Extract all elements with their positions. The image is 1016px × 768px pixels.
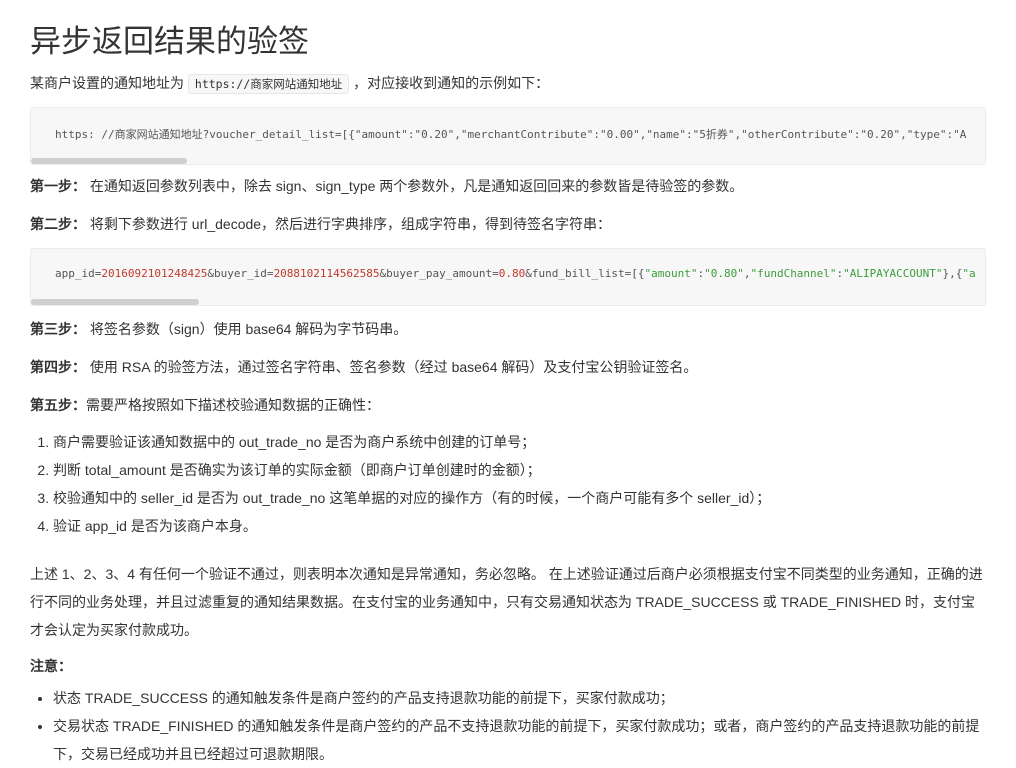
- step-label: 第三步：: [30, 321, 86, 337]
- list-item: 商户需要验证该通知数据中的 out_trade_no 是否为商户系统中创建的订单…: [53, 428, 986, 456]
- code-token: "a: [962, 267, 976, 280]
- code-token: &buyer_id=: [207, 267, 274, 280]
- list-item: 验证 app_id 是否为该商户本身。: [53, 512, 986, 540]
- code-token: app_id=: [55, 267, 102, 280]
- step-text: 将剩下参数进行 url_decode，然后进行字典排序，组成字符串，得到待签名字…: [86, 216, 612, 232]
- step-text: 在通知返回参数列表中，除去 sign、sign_type 两个参数外，凡是通知返…: [86, 178, 744, 194]
- step-4: 第四步： 使用 RSA 的验签方法，通过签名字符串、签名参数（经过 base64…: [30, 356, 986, 378]
- list-item: 状态 TRADE_SUCCESS 的通知触发条件是商户签约的产品支持退款功能的前…: [53, 684, 986, 712]
- step-text: 将签名参数（sign）使用 base64 解码为字节码串。: [86, 321, 408, 337]
- list-item: 交易状态 TRADE_FINISHED 的通知触发条件是商户签约的产品不支持退款…: [53, 712, 986, 768]
- code-token: 0.80: [498, 267, 526, 280]
- step-label: 第五步：: [30, 397, 86, 413]
- step-label: 第二步：: [30, 216, 86, 232]
- list-item: 校验通知中的 seller_id 是否为 out_trade_no 这笔单据的对…: [53, 484, 986, 512]
- code-line: https: //商家网站通知地址?voucher_detail_list=[{…: [55, 128, 967, 141]
- horizontal-scrollbar[interactable]: [31, 158, 187, 164]
- code-block-sign-string[interactable]: app_id=2016092101248425&buyer_id=2088102…: [30, 248, 986, 306]
- step-3: 第三步： 将签名参数（sign）使用 base64 解码为字节码串。: [30, 318, 986, 340]
- code-token: &buyer_pay_amount=: [379, 267, 499, 280]
- summary-paragraph: 上述 1、2、3、4 有任何一个验证不通过，则表明本次通知是异常通知，务必忽略。…: [30, 566, 983, 638]
- intro-after: ，对应接收到通知的示例如下：: [353, 75, 550, 91]
- step-text: 需要严格按照如下描述校验通知数据的正确性：: [86, 397, 380, 413]
- code-line: app_id=2016092101248425&buyer_id=2088102…: [55, 267, 976, 280]
- code-token: "amount": [644, 267, 698, 280]
- code-token: "0.80": [704, 267, 744, 280]
- document-body: 异步返回结果的验签 某商户设置的通知地址为 https://商家网站通知地址 ，…: [0, 0, 1016, 768]
- step-label: 第一步：: [30, 178, 86, 194]
- intro-before: 某商户设置的通知地址为: [30, 75, 184, 91]
- notify-url-code: https://商家网站通知地址: [187, 74, 350, 94]
- code-token: 2016092101248425: [101, 267, 208, 280]
- step-text: 使用 RSA 的验签方法，通过签名字符串、签名参数（经过 base64 解码）及…: [86, 359, 698, 375]
- code-token: "ALIPAYACCOUNT": [843, 267, 943, 280]
- code-token: },{: [942, 267, 963, 280]
- code-token: &fund_bill_list=[{: [525, 267, 645, 280]
- page-title: 异步返回结果的验签: [30, 24, 309, 59]
- code-token: 2088102114562585: [273, 267, 380, 280]
- code-block-notify-example[interactable]: https: //商家网站通知地址?voucher_detail_list=[{…: [30, 107, 986, 165]
- step-2: 第二步： 将剩下参数进行 url_decode，然后进行字典排序，组成字符串，得…: [30, 213, 986, 235]
- notes-list: 状态 TRADE_SUCCESS 的通知触发条件是商户签约的产品支持退款功能的前…: [30, 684, 986, 768]
- note-heading: 注意：: [30, 658, 72, 674]
- step-1: 第一步： 在通知返回参数列表中，除去 sign、sign_type 两个参数外，…: [30, 175, 986, 197]
- intro-paragraph: 某商户设置的通知地址为 https://商家网站通知地址 ，对应接收到通知的示例…: [30, 72, 986, 95]
- step-5: 第五步：需要严格按照如下描述校验通知数据的正确性：: [30, 394, 986, 416]
- verification-checklist: 商户需要验证该通知数据中的 out_trade_no 是否为商户系统中创建的订单…: [30, 428, 986, 540]
- horizontal-scrollbar[interactable]: [31, 299, 199, 305]
- code-token: "fundChannel": [750, 267, 837, 280]
- list-item: 判断 total_amount 是否确实为该订单的实际金额（即商户订单创建时的金…: [53, 456, 986, 484]
- step-label: 第四步：: [30, 359, 86, 375]
